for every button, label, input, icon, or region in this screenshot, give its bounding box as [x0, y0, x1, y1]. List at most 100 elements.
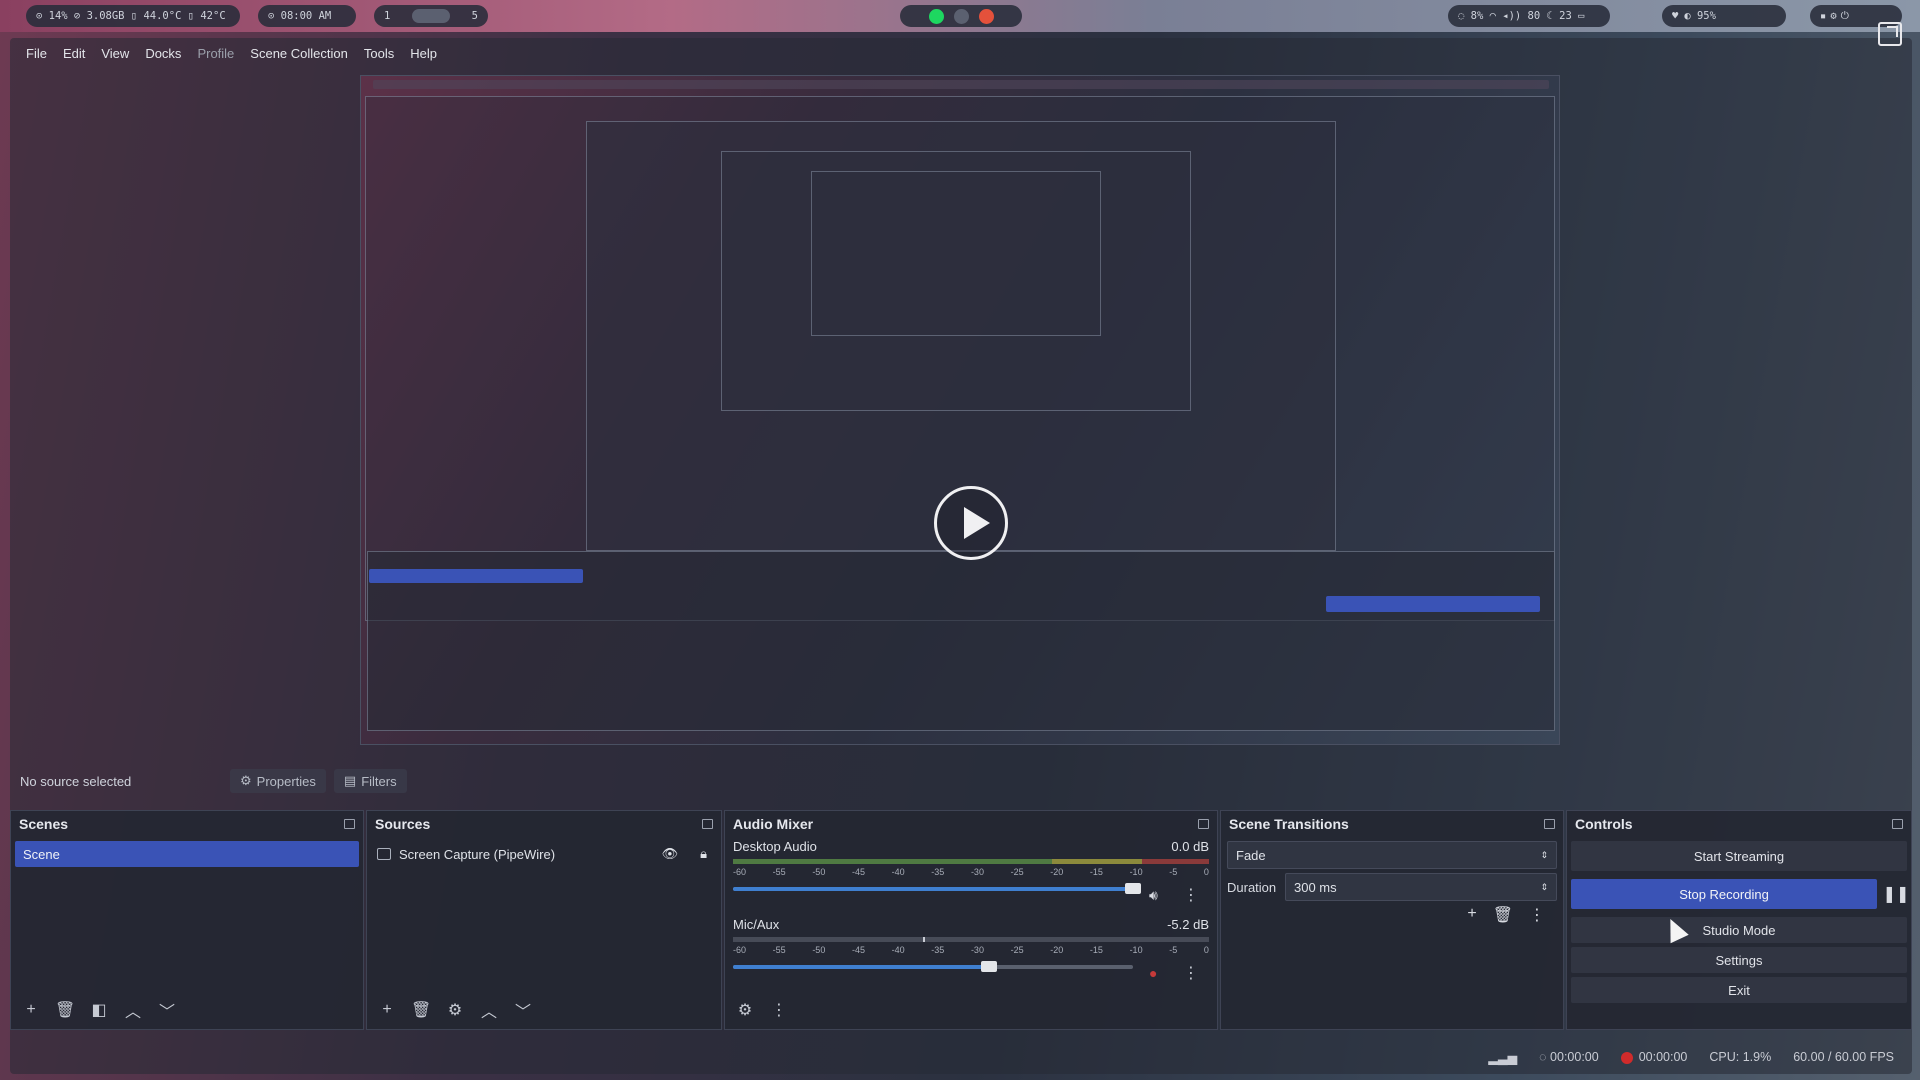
- scene-transitions-dock: Scene Transitions Fade ⇕ Duration 300 ms…: [1220, 810, 1564, 1030]
- gear-icon: ⚙: [240, 773, 252, 788]
- nested-record-highlight: [1326, 596, 1540, 612]
- nested-preview-4: [811, 171, 1101, 336]
- menu-file[interactable]: File: [18, 46, 55, 61]
- lock-icon[interactable]: 🔒︎: [700, 846, 707, 862]
- audio-mixer-title: Audio Mixer: [733, 816, 814, 832]
- filter-icon: ▤: [343, 773, 357, 788]
- add-icon[interactable]: +: [1467, 905, 1476, 925]
- nested-topbar: [373, 80, 1549, 89]
- undock-icon[interactable]: [1198, 819, 1209, 829]
- clock-pill[interactable]: ⊙ 08:00 AM: [258, 5, 356, 27]
- record-status: 00:00:00: [1620, 1050, 1688, 1064]
- scene-transitions-header: Scene Transitions: [1221, 811, 1563, 837]
- battery: ◐ 95%: [1684, 10, 1716, 22]
- chevron-down-icon[interactable]: ﹀: [513, 998, 533, 1022]
- chevron-down-icon[interactable]: ﹀: [157, 998, 177, 1022]
- power-icon: ⏻: [1840, 9, 1849, 22]
- start-streaming-button[interactable]: Start Streaming: [1571, 841, 1907, 871]
- transition-select[interactable]: Fade ⇕: [1227, 841, 1557, 869]
- duration-row: Duration 300 ms ⇕: [1227, 873, 1557, 901]
- duration-input[interactable]: 300 ms ⇕: [1285, 873, 1557, 901]
- advanced-audio-icon[interactable]: ⚙: [735, 1000, 755, 1020]
- kebab-menu-icon[interactable]: ⋮: [1183, 885, 1199, 905]
- speaker-icon[interactable]: 🔊︎: [1149, 887, 1158, 904]
- audio-mixer-toolbar: ⚙ ⋮: [725, 991, 1217, 1029]
- spin-arrows-icon: ⇕: [1540, 881, 1548, 892]
- undock-icon[interactable]: [702, 819, 713, 829]
- menu-profile[interactable]: Profile: [189, 46, 242, 61]
- channel-name: Desktop Audio: [733, 839, 817, 854]
- trash-icon[interactable]: 🗑︎: [411, 1000, 431, 1020]
- record-time: 00:00:00: [1638, 1050, 1688, 1064]
- undock-icon[interactable]: [344, 819, 355, 829]
- meter-ticks: -60 -55 -50 -45 -40 -35 -30 -25 -20 -15 -10 -5 0: [733, 945, 1209, 955]
- channel-name: Mic/Aux: [733, 917, 780, 932]
- undock-icon[interactable]: [1892, 819, 1903, 829]
- level-meter: [733, 859, 1209, 864]
- menu-view[interactable]: View: [93, 46, 137, 61]
- volume-slider[interactable]: [733, 883, 1141, 894]
- kebab-menu-icon[interactable]: ⋮: [1183, 963, 1199, 983]
- stream-status: ◌ 00:00:00: [1539, 1050, 1599, 1064]
- app-icon[interactable]: [953, 8, 969, 24]
- controls-dock: Controls Start Streaming Stop Recording …: [1566, 810, 1912, 1030]
- controls-header: Controls: [1567, 811, 1911, 837]
- heart-icon: ♥: [1672, 10, 1679, 22]
- audio-channel-mic: Mic/Aux -5.2 dB -60 -55 -50 -45 -40 -35 -30 -25…: [725, 917, 1217, 993]
- menu-scene-collection[interactable]: Scene Collection: [242, 46, 356, 61]
- filters-button[interactable]: ▤ Filters: [333, 769, 407, 793]
- scene-transitions-title: Scene Transitions: [1229, 816, 1349, 832]
- duration-value: 300 ms: [1294, 879, 1337, 895]
- workspace-toggle-icon[interactable]: [412, 9, 450, 23]
- pause-icon[interactable]: ❚❚: [1881, 884, 1911, 904]
- trash-icon[interactable]: 🗑︎: [55, 1000, 75, 1020]
- studio-mode-button[interactable]: Studio Mode: [1571, 917, 1907, 943]
- stop-recording-button[interactable]: Stop Recording: [1571, 879, 1877, 909]
- sources-dock-header: Sources: [367, 811, 721, 837]
- tray-apps-pill: [900, 5, 1022, 27]
- add-icon[interactable]: +: [21, 1001, 41, 1019]
- menu-help[interactable]: Help: [402, 46, 445, 61]
- menu-docks[interactable]: Docks: [137, 46, 189, 61]
- audio-channel-desktop: Desktop Audio 0.0 dB -60 -55 -50 -45 -40 -35-…: [725, 839, 1217, 915]
- network-audio-status: ◌ 8% ◠ ◂)) 80 ☾ 23 ▭: [1458, 10, 1585, 22]
- spin-arrows-icon: ⇕: [1540, 849, 1548, 860]
- filter-icon[interactable]: ◧: [89, 1000, 109, 1020]
- kebab-menu-icon[interactable]: ⋮: [769, 1000, 789, 1020]
- source-list-item[interactable]: Screen Capture (PipeWire) 👁︎ 🔒︎: [371, 841, 717, 867]
- exit-button[interactable]: Exit: [1571, 977, 1907, 1003]
- battery-pill[interactable]: ♥ ◐ 95%: [1662, 5, 1786, 27]
- menu-edit[interactable]: Edit: [55, 46, 93, 61]
- system-stats: ⊙ 14% ⊘ 3.08GB ▯ 44.0°C ▯ 42°C: [36, 10, 226, 22]
- system-stats-pill: ⊙ 14% ⊘ 3.08GB ▯ 44.0°C ▯ 42°C: [26, 5, 240, 27]
- scenes-toolbar: + 🗑︎ ◧ ︿ ﹀: [11, 991, 363, 1029]
- mic-muted-icon[interactable]: ●: [1149, 965, 1157, 981]
- system-top-bar: ⊙ 14% ⊘ 3.08GB ▯ 44.0°C ▯ 42°C ⊙ 08:00 A…: [0, 0, 1920, 32]
- trash-icon[interactable]: 🗑︎: [1493, 905, 1513, 925]
- record-app-icon[interactable]: [978, 8, 994, 24]
- source-name: Screen Capture (PipeWire): [399, 846, 556, 862]
- nested-scene-highlight: [369, 569, 583, 583]
- monitor-icon: [377, 848, 391, 860]
- network-audio-pill[interactable]: ◌ 8% ◠ ◂)) 80 ☾ 23 ▭: [1448, 5, 1610, 27]
- external-link-icon[interactable]: [1878, 22, 1902, 46]
- volume-slider[interactable]: [733, 961, 1133, 972]
- scene-list-item[interactable]: Scene: [15, 841, 359, 867]
- settings-button[interactable]: Settings: [1571, 947, 1907, 973]
- chevron-up-icon[interactable]: ︿: [123, 998, 143, 1022]
- settings-icon: ⚙: [1830, 10, 1837, 22]
- menu-tools[interactable]: Tools: [356, 46, 402, 61]
- undock-icon[interactable]: [1544, 819, 1555, 829]
- preview-canvas[interactable]: [360, 75, 1560, 745]
- workspace-switcher[interactable]: 1 5: [374, 5, 488, 27]
- spotify-icon[interactable]: [928, 8, 944, 24]
- gear-icon[interactable]: ⚙: [445, 1000, 465, 1020]
- play-icon[interactable]: [934, 486, 1008, 560]
- chevron-up-icon[interactable]: ︿: [479, 998, 499, 1022]
- sources-toolbar: + 🗑︎ ⚙ ︿ ﹀: [367, 991, 721, 1029]
- eye-icon[interactable]: 👁︎: [662, 846, 679, 862]
- add-icon[interactable]: +: [377, 1001, 397, 1019]
- workspace-right: 5: [471, 10, 478, 22]
- properties-button[interactable]: ⚙ Properties: [230, 769, 326, 793]
- kebab-menu-icon[interactable]: ⋮: [1529, 905, 1545, 925]
